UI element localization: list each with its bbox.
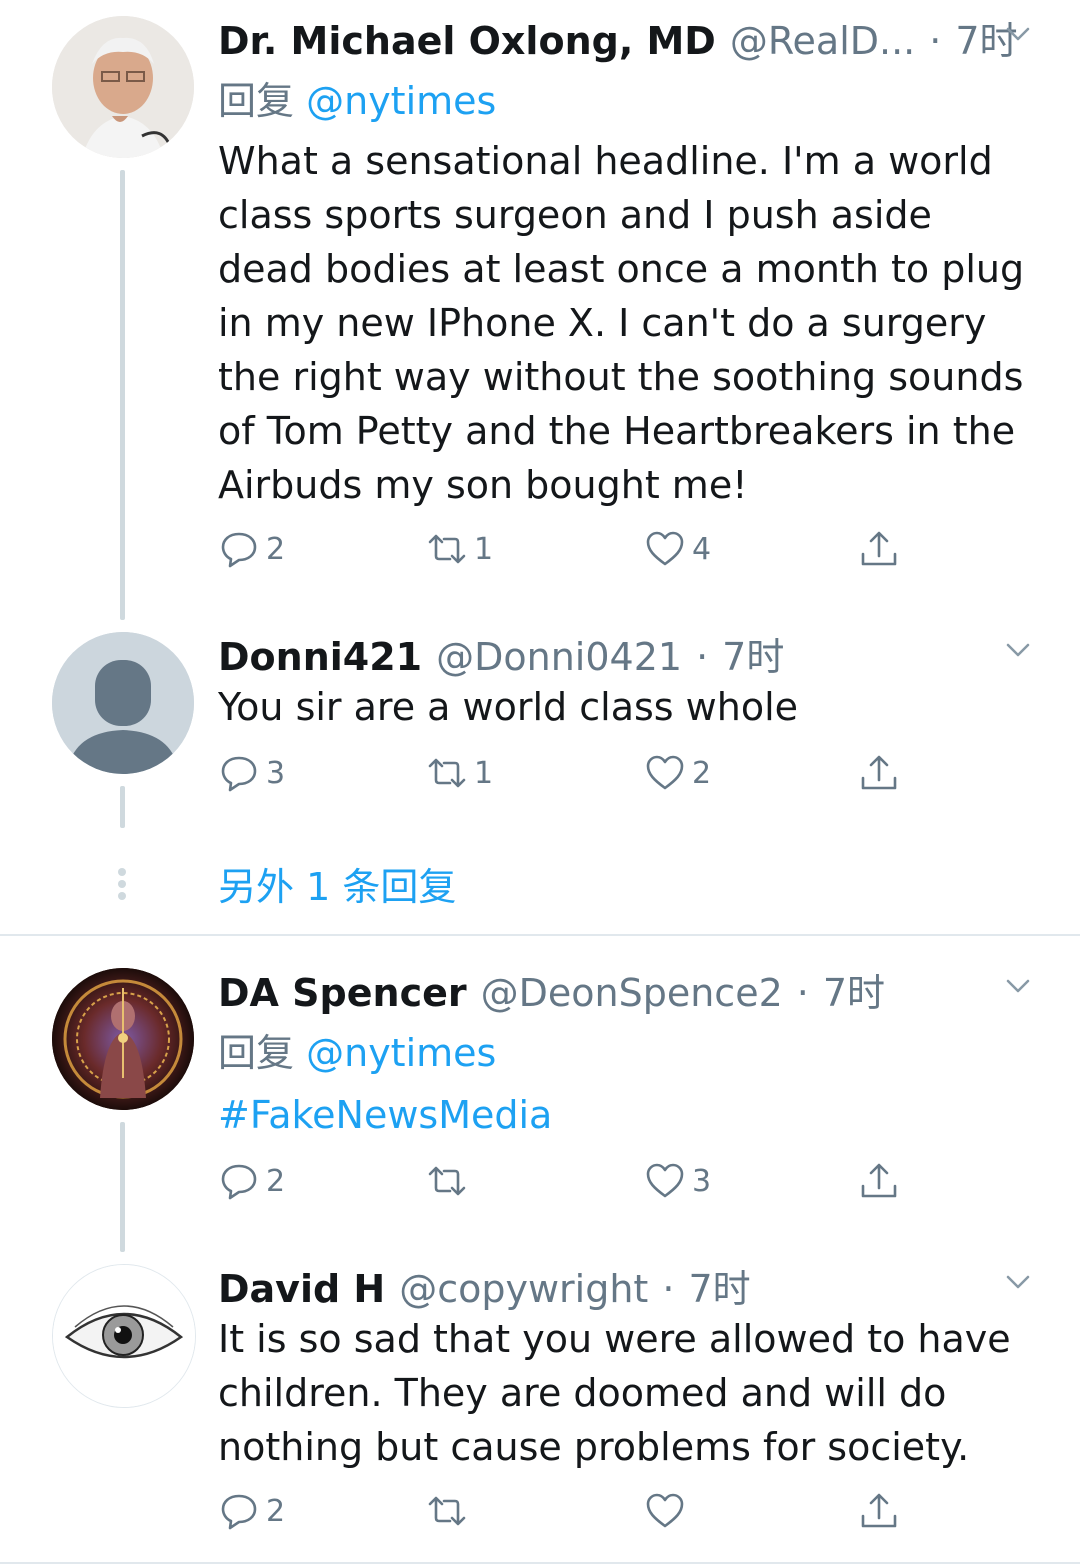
separator-dot: · [662, 1267, 675, 1311]
retweet-button[interactable] [426, 1160, 474, 1202]
divider [0, 934, 1080, 936]
tweet-text: What a sensational headline. I'm a world… [218, 139, 1025, 507]
share-icon [861, 531, 897, 566]
avatar[interactable] [52, 968, 194, 1110]
retweet-icon [428, 1496, 466, 1526]
reply-count: 2 [266, 1163, 286, 1199]
handle[interactable]: @DeonSpence2 [481, 971, 783, 1015]
retweet-icon [428, 758, 466, 788]
reply-count: 2 [266, 1493, 286, 1529]
action-bar: 2 [218, 1490, 918, 1540]
retweet-icon [428, 1166, 466, 1196]
reply-button[interactable]: 2 [218, 1160, 285, 1202]
thread-line [120, 786, 125, 828]
thread-line [120, 170, 125, 620]
share-button[interactable] [858, 1490, 900, 1532]
retweet-button[interactable]: 1 [426, 528, 493, 570]
like-icon [646, 1493, 684, 1528]
handle[interactable]: @copywright [399, 1267, 648, 1311]
timestamp[interactable]: 7时 [688, 1258, 750, 1313]
show-more-replies-link[interactable]: 另外 1 条回复 [218, 856, 456, 911]
handle[interactable]: @Donni0421 [436, 635, 682, 679]
tweet-header: Dr. Michael Oxlong, MD @RealD... · 7时 [218, 10, 1018, 63]
separator-dot: · [796, 971, 809, 1015]
tweet-header: DA Spencer @DeonSpence2 · 7时 [218, 962, 885, 1015]
reply-prefix: 回复 [218, 1031, 295, 1075]
reply-to-link[interactable]: @nytimes [306, 79, 496, 123]
display-name[interactable]: David H [218, 1267, 385, 1311]
avatar[interactable] [52, 632, 194, 774]
like-button[interactable]: 4 [644, 528, 711, 570]
hashtag-link[interactable]: #FakeNewsMedia [218, 1088, 1038, 1142]
display-name[interactable]: Dr. Michael Oxlong, MD [218, 19, 716, 63]
share-button[interactable] [858, 528, 900, 570]
share-button[interactable] [858, 1160, 900, 1202]
separator-dot: · [696, 635, 709, 679]
chevron-down-icon[interactable] [1004, 636, 1032, 664]
timestamp[interactable]: 7时 [823, 962, 885, 1017]
like-count: 2 [692, 755, 712, 791]
share-icon [861, 1163, 897, 1198]
like-count: 4 [692, 531, 712, 567]
divider [0, 1562, 1080, 1564]
reply-prefix: 回复 [218, 79, 295, 123]
reply-to-line: 回复 @nytimes [218, 70, 496, 125]
action-bar: 3 1 2 [218, 752, 918, 802]
reply-count: 2 [266, 531, 286, 567]
tweet-text: You sir are a world class whole [218, 685, 799, 729]
like-button[interactable] [644, 1490, 692, 1532]
avatar[interactable] [52, 1264, 196, 1408]
chevron-down-icon[interactable] [1004, 20, 1032, 48]
tweet-text: It is so sad that you were allowed to ha… [218, 1317, 1011, 1469]
separator-dot: · [929, 19, 942, 63]
reply-to-line: 回复 @nytimes [218, 1022, 496, 1077]
chevron-down-icon[interactable] [1004, 972, 1032, 1000]
like-count: 3 [692, 1163, 712, 1199]
reply-button[interactable]: 2 [218, 528, 285, 570]
reply-button[interactable]: 2 [218, 1490, 285, 1532]
share-icon [861, 755, 897, 790]
like-button[interactable]: 3 [644, 1160, 711, 1202]
reply-icon [221, 532, 257, 568]
tweet-header: David H @copywright · 7时 [218, 1258, 751, 1311]
action-bar: 2 3 [218, 1160, 918, 1210]
reply-button[interactable]: 3 [218, 752, 285, 794]
retweet-count: 1 [474, 755, 494, 791]
display-name[interactable]: DA Spencer [218, 971, 467, 1015]
reply-to-link[interactable]: @nytimes [306, 1031, 496, 1075]
share-button[interactable] [858, 752, 900, 794]
thread-line [120, 1122, 125, 1252]
share-icon [861, 1493, 897, 1528]
reply-count: 3 [266, 755, 286, 791]
reply-icon [221, 1494, 257, 1530]
handle[interactable]: @RealD... [730, 19, 915, 63]
reply-icon [221, 756, 257, 792]
retweet-button[interactable]: 1 [426, 752, 493, 794]
reply-icon [221, 1164, 257, 1200]
tweet-header: Donni421 @Donni0421 · 7时 [218, 626, 784, 679]
avatar[interactable] [52, 16, 194, 158]
like-icon [646, 531, 684, 566]
like-icon [646, 755, 684, 790]
display-name[interactable]: Donni421 [218, 635, 422, 679]
action-bar: 2 1 4 [218, 528, 918, 578]
chevron-down-icon[interactable] [1004, 1268, 1032, 1296]
like-button[interactable]: 2 [644, 752, 711, 794]
retweet-button[interactable] [426, 1490, 474, 1532]
retweet-count: 1 [474, 531, 494, 567]
timestamp[interactable]: 7时 [722, 626, 784, 681]
more-replies-dots-icon [118, 864, 128, 904]
like-icon [646, 1163, 684, 1198]
retweet-icon [428, 534, 466, 564]
